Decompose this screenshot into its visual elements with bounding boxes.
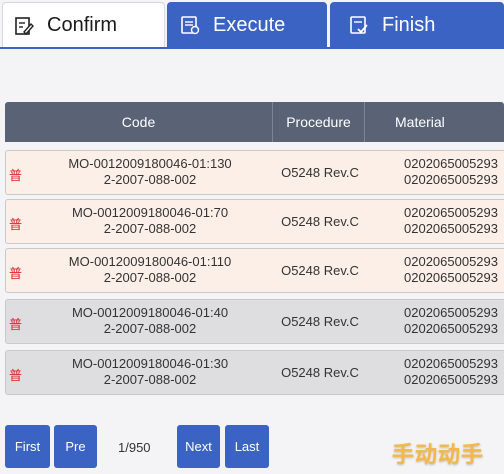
row-procedure: O5248 Rev.C [281,214,359,229]
row-material: 0202065005293 0202065005293 [404,205,498,237]
row-type-tag: 普 [9,217,23,232]
row-material-line1: 0202065005293 [404,254,498,269]
row-code: MO-0012009180046-01:70 2-2007-088-002 [36,205,264,237]
table-row[interactable]: 普 MO-0012009180046-01:30 2-2007-088-002 … [5,350,504,395]
row-procedure: O5248 Rev.C [281,165,359,180]
row-material-line1: 0202065005293 [404,305,498,320]
row-material-line1: 0202065005293 [404,356,498,371]
row-code: MO-0012009180046-01:40 2-2007-088-002 [36,305,264,337]
row-type-tag: 普 [9,317,23,332]
row-code-line2: 2-2007-088-002 [103,372,197,387]
row-code: MO-0012009180046-01:110 2-2007-088-002 [36,254,264,286]
row-code-line1: MO-0012009180046-01:130 [68,156,232,171]
row-code-line1: MO-0012009180046-01:70 [71,205,229,220]
table-row[interactable]: 普 MO-0012009180046-01:70 2-2007-088-002 … [5,199,504,244]
row-procedure: O5248 Rev.C [281,365,359,380]
row-procedure: O5248 Rev.C [281,314,359,329]
row-material-line2: 0202065005293 [404,221,498,236]
table-row[interactable]: 普 MO-0012009180046-01:130 2-2007-088-002… [5,150,504,195]
row-type-tag: 普 [9,266,23,281]
first-page-button[interactable]: First [5,425,50,468]
next-page-button[interactable]: Next [177,425,220,468]
row-code-line1: MO-0012009180046-01:30 [71,356,229,371]
last-page-button[interactable]: Last [225,425,269,468]
table-row[interactable]: 普 MO-0012009180046-01:110 2-2007-088-002… [5,248,504,293]
tab-finish-label: Finish [382,13,436,36]
edit-document-icon [13,15,35,37]
row-code-line1: MO-0012009180046-01:40 [71,305,229,320]
row-code-line2: 2-2007-088-002 [103,270,197,285]
table-header: Code Procedure Material [5,102,504,142]
row-procedure: O5248 Rev.C [281,263,359,278]
row-code-line2: 2-2007-088-002 [103,321,197,336]
row-material-line2: 0202065005293 [404,172,498,187]
row-material-line2: 0202065005293 [404,270,498,285]
list-document-icon [179,14,201,36]
row-material: 0202065005293 0202065005293 [404,356,498,388]
row-code: MO-0012009180046-01:30 2-2007-088-002 [36,356,264,388]
row-material-line2: 0202065005293 [404,321,498,336]
row-code: MO-0012009180046-01:130 2-2007-088-002 [36,156,264,188]
row-material: 0202065005293 0202065005293 [404,305,498,337]
row-material-line2: 0202065005293 [404,372,498,387]
tab-execute-label: Execute [213,13,286,36]
row-code-line2: 2-2007-088-002 [103,221,197,236]
row-material-line1: 0202065005293 [404,205,498,220]
table-row[interactable]: 普 MO-0012009180046-01:40 2-2007-088-002 … [5,299,504,344]
watermark-logo: 手动动手游 [392,442,485,467]
row-type-tag: 普 [9,368,23,383]
row-code-line1: MO-0012009180046-01:110 [68,254,232,269]
row-code-line2: 2-2007-088-002 [103,172,197,187]
tab-underline [0,47,504,49]
previous-page-button[interactable]: Pre [54,425,97,468]
checked-document-icon [348,14,370,36]
row-material: 0202065005293 0202065005293 [404,156,498,188]
row-type-tag: 普 [9,168,23,183]
column-header-procedure[interactable]: Procedure [273,102,365,142]
page-counter: 1/950 [118,440,151,455]
tab-execute[interactable]: Execute [167,2,327,48]
tab-confirm-label: Confirm [47,14,118,36]
tab-finish[interactable]: Finish [330,2,504,48]
tab-bar: Confirm Execute Finish [0,0,504,49]
tab-confirm[interactable]: Confirm [2,2,165,48]
row-material: 0202065005293 0202065005293 [404,254,498,286]
column-header-material[interactable]: Material [365,102,504,142]
column-header-code[interactable]: Code [5,102,273,142]
row-material-line1: 0202065005293 [404,156,498,171]
